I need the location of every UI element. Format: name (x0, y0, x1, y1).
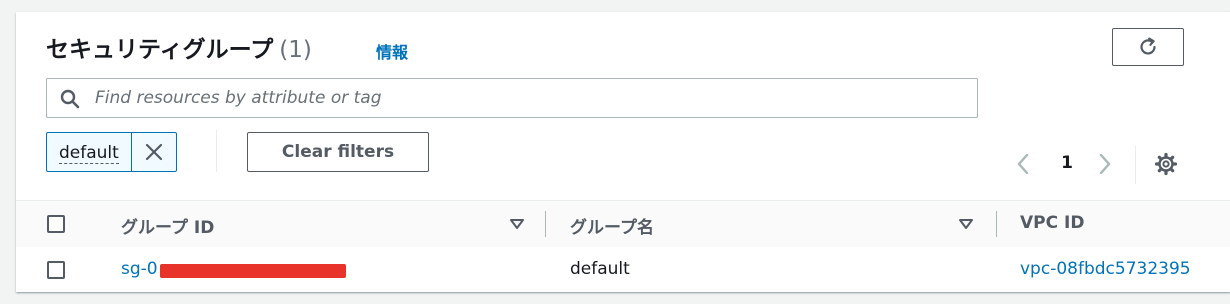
title-text: セキュリティグループ (46, 37, 274, 63)
group-id-link[interactable]: sg-0 (121, 259, 158, 279)
security-groups-panel: セキュリティグループ(1) 情報 default (16, 12, 1230, 292)
filter-token-label[interactable]: default (47, 133, 131, 171)
info-link[interactable]: 情報 (376, 39, 408, 63)
table-row[interactable]: sg-0 default vpc-08fbdc5732395 (16, 247, 1230, 292)
close-icon (144, 142, 164, 162)
redaction-mark (160, 264, 346, 278)
filter-token-text: default (59, 143, 119, 164)
select-all-checkbox[interactable] (47, 215, 65, 233)
vpc-id-link[interactable]: vpc-08fbdc5732395 (1020, 259, 1191, 279)
sort-down-icon[interactable] (509, 218, 525, 230)
filter-token-dismiss-button[interactable] (130, 133, 176, 171)
chevron-left-icon[interactable] (1016, 152, 1030, 176)
filter-divider (216, 130, 217, 172)
sort-down-icon[interactable] (958, 218, 974, 230)
row-checkbox[interactable] (47, 261, 65, 279)
search-field[interactable] (46, 78, 978, 118)
resource-count: (1) (279, 37, 312, 63)
column-header-vpc-id[interactable]: VPC ID (1020, 213, 1084, 233)
search-input[interactable] (95, 79, 965, 117)
table-header: グループ ID グループ名 VPC ID (16, 200, 1230, 248)
page-number[interactable]: 1 (1060, 153, 1074, 173)
filter-token: default (46, 132, 177, 172)
page-title: セキュリティグループ (1) (46, 30, 312, 64)
column-resizer[interactable] (996, 211, 997, 237)
column-header-group-id[interactable]: グループ ID (121, 213, 214, 238)
chevron-right-icon[interactable] (1098, 152, 1112, 176)
clear-filters-button[interactable]: Clear filters (247, 132, 429, 172)
refresh-button[interactable] (1112, 28, 1184, 66)
column-header-group-name[interactable]: グループ名 (570, 213, 654, 238)
pagination-divider (1135, 146, 1136, 184)
search-icon (60, 89, 80, 109)
refresh-icon (1137, 36, 1159, 58)
column-resizer[interactable] (545, 211, 546, 237)
group-name-cell: default (570, 259, 630, 279)
gear-icon[interactable] (1154, 152, 1178, 176)
